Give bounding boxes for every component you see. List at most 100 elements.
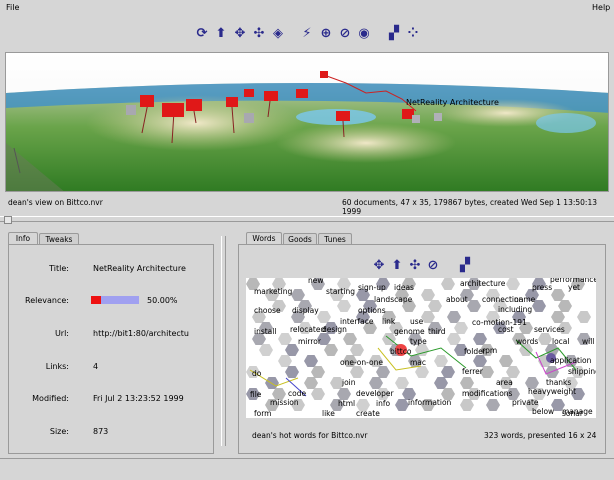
word-label[interactable]: private: [512, 398, 539, 407]
relevance-bar-rest: [101, 296, 139, 304]
top-toolbar: ⟳ ⬆ ✥ ✣ ◈ ⚡ ⊕ ⊘ ◉ ▞ ⁘: [0, 22, 614, 48]
info-panel: Title: NetReality Architecture Relevance…: [8, 244, 214, 454]
word-label[interactable]: file: [250, 390, 261, 399]
move-icon[interactable]: ✥: [233, 27, 247, 41]
scatter-icon[interactable]: ⁘: [406, 27, 420, 41]
word-label[interactable]: genome: [394, 327, 425, 336]
link-icon[interactable]: ⚡: [300, 27, 314, 41]
size-label: Size:: [49, 427, 69, 436]
word-label[interactable]: code: [288, 389, 306, 398]
modified-value: Fri Jul 2 13:23:52 1999: [93, 394, 184, 403]
word-label[interactable]: rpm: [482, 346, 497, 355]
word-label[interactable]: third: [428, 327, 446, 336]
word-label[interactable]: about: [446, 295, 468, 304]
menu-file[interactable]: File: [6, 3, 19, 12]
word-label[interactable]: architecture: [460, 279, 505, 288]
word-label[interactable]: ideas: [394, 283, 414, 292]
word-label[interactable]: ferrer: [462, 367, 483, 376]
landscape-canvas: NetReality Architecture: [6, 53, 608, 191]
relevance-value: 50.00%: [147, 296, 178, 305]
up-arrow-icon[interactable]: ⬆: [390, 259, 404, 273]
word-label[interactable]: application: [550, 356, 591, 365]
word-label[interactable]: words: [516, 337, 538, 346]
word-label[interactable]: area: [496, 378, 513, 387]
menu-bar: File Help: [0, 0, 614, 16]
word-label[interactable]: create: [356, 409, 380, 418]
word-label[interactable]: press: [532, 283, 552, 292]
cube-icon[interactable]: ▞: [387, 27, 401, 41]
word-label[interactable]: do: [252, 369, 261, 378]
up-arrow-icon[interactable]: ⬆: [214, 27, 228, 41]
word-label[interactable]: starting: [326, 287, 355, 296]
word-label[interactable]: one-on-one: [340, 358, 383, 367]
word-label[interactable]: services: [534, 325, 565, 334]
word-label[interactable]: heavyweight: [528, 387, 576, 396]
word-label[interactable]: developer: [356, 389, 394, 398]
word-label[interactable]: join: [342, 378, 356, 387]
word-label[interactable]: use: [410, 317, 423, 326]
word-label[interactable]: manage: [562, 407, 593, 416]
word-label[interactable]: local: [552, 337, 569, 346]
landscape-view[interactable]: NetReality Architecture: [5, 52, 609, 192]
word-label[interactable]: below: [532, 407, 554, 416]
word-label[interactable]: thanks: [546, 378, 571, 387]
word-label[interactable]: marketing: [254, 287, 292, 296]
word-map[interactable]: new marketing starting sign-up ideas architec…: [246, 278, 596, 418]
menu-help[interactable]: Help: [592, 3, 610, 12]
relevance-bar: [91, 296, 139, 304]
vertical-splitter[interactable]: [219, 236, 229, 446]
title-value: NetReality Architecture: [93, 264, 186, 273]
view-caption: dean's view on Bittco.nvr: [8, 198, 103, 207]
word-label[interactable]: link: [382, 317, 395, 326]
word-label[interactable]: shipping: [568, 367, 596, 376]
no-link-icon[interactable]: ⊘: [338, 27, 352, 41]
word-label[interactable]: information: [408, 398, 451, 407]
word-label[interactable]: cost: [498, 325, 514, 334]
no-link-icon[interactable]: ⊘: [426, 259, 440, 273]
scene-label: NetReality Architecture: [406, 98, 499, 107]
links-label: Links:: [45, 362, 69, 371]
word-label[interactable]: form: [254, 409, 272, 418]
word-label[interactable]: will: [582, 337, 594, 346]
relevance-label: Relevance:: [25, 296, 69, 305]
word-label[interactable]: like: [322, 409, 335, 418]
url-label: Url:: [54, 329, 69, 338]
word-label[interactable]: html: [338, 399, 355, 408]
word-label[interactable]: sign-up: [358, 283, 386, 292]
move-icon[interactable]: ✥: [372, 259, 386, 273]
word-label[interactable]: info: [376, 399, 390, 408]
word-label[interactable]: new: [308, 278, 324, 285]
cube-icon[interactable]: ▞: [458, 259, 472, 273]
eye-icon[interactable]: ◉: [357, 27, 371, 41]
word-label[interactable]: landscape: [374, 295, 412, 304]
target-icon[interactable]: ◈: [271, 27, 285, 41]
word-label[interactable]: performance: [550, 278, 596, 284]
word-label[interactable]: mac: [410, 358, 426, 367]
word-label[interactable]: options: [358, 306, 386, 315]
word-label[interactable]: install: [254, 327, 276, 336]
word-label[interactable]: mission: [270, 398, 299, 407]
size-value: 873: [93, 427, 109, 436]
expand-icon[interactable]: ✣: [408, 259, 422, 273]
word-label[interactable]: display: [292, 306, 319, 315]
modified-label: Modified:: [32, 394, 69, 403]
word-label[interactable]: choose: [254, 306, 281, 315]
expand-icon[interactable]: ✣: [252, 27, 266, 41]
crosshair-icon[interactable]: ⊕: [319, 27, 333, 41]
splitter-handle[interactable]: [4, 216, 12, 224]
words-stats: 323 words, presented 16 x 24: [484, 431, 597, 440]
relevance-bar-fill: [91, 296, 101, 304]
word-label[interactable]: yet: [568, 283, 580, 292]
scene-stats: 60 documents, 47 x 35, 179867 bytes, cre…: [342, 198, 597, 216]
rotate-icon[interactable]: ⟳: [195, 27, 209, 41]
word-label[interactable]: name: [514, 295, 535, 304]
word-label[interactable]: type: [410, 337, 427, 346]
word-label[interactable]: mirror: [298, 337, 321, 346]
word-label[interactable]: modifications: [462, 389, 512, 398]
word-label[interactable]: relocated: [290, 325, 325, 334]
word-label[interactable]: bittco: [390, 347, 411, 356]
splitter[interactable]: [0, 216, 614, 222]
word-label[interactable]: design: [322, 325, 347, 334]
word-label[interactable]: including: [498, 305, 532, 314]
url-value[interactable]: http://bit1:80/architectu: [93, 329, 189, 338]
